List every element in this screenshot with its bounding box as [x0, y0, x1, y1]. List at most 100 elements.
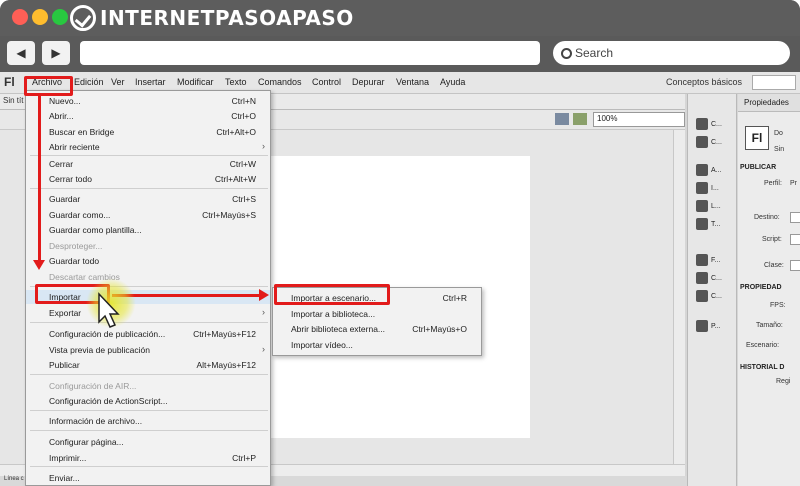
highlight-importar-escenario-box: [274, 284, 390, 305]
chevron-right-icon: ›: [262, 141, 265, 151]
panel-components[interactable]: C...: [696, 290, 722, 302]
panel-align[interactable]: A...: [696, 164, 722, 176]
menu-item-descartar-cambios: Descartar cambios: [49, 272, 120, 282]
panel-presets[interactable]: P...: [696, 320, 721, 332]
transform-panel-icon: [696, 218, 708, 230]
workspace-selector[interactable]: Conceptos básicos: [666, 77, 742, 87]
stage-color-label: Escenario:: [746, 342, 780, 349]
panel-info[interactable]: I...: [696, 182, 719, 194]
align-panel-icon: [696, 164, 708, 176]
script-label: Script:: [762, 236, 782, 243]
status-text: Línea c: [4, 476, 24, 482]
annotation-line-down: [38, 96, 41, 262]
address-bar[interactable]: [80, 41, 540, 65]
menu-item-cerrar-todo[interactable]: Cerrar todo Ctrl+Alt+W: [26, 172, 270, 186]
profile-value: Pr: [790, 180, 797, 187]
close-window-button[interactable]: [12, 9, 28, 25]
panel-swatches[interactable]: C...: [696, 136, 722, 148]
info-panel-icon: [696, 182, 708, 194]
menu-item-desproteger: Desproteger...: [49, 241, 103, 251]
panel-library[interactable]: L...: [696, 200, 721, 212]
class-label: Clase:: [764, 262, 784, 269]
back-button[interactable]: ◀: [7, 41, 35, 65]
checkmark-logo-icon: [70, 5, 96, 31]
arrow-left-icon: ◀: [16, 46, 26, 60]
profile-label: Perfil:: [764, 180, 782, 187]
browser-search-input[interactable]: Search: [553, 41, 790, 65]
arrow-right-icon: ▶: [51, 46, 61, 60]
browser-titlebar: INTERNETPASOAPASO: [0, 0, 800, 36]
menu-ayuda[interactable]: Ayuda: [440, 77, 465, 87]
target-label: Destino:: [754, 214, 780, 221]
chevron-right-icon: ›: [262, 307, 265, 317]
submenu-item-abrir-biblioteca-externa[interactable]: Abrir biblioteca externa... Ctrl+Mayús+O: [273, 322, 481, 336]
size-label: Tamaño:: [756, 322, 783, 329]
menu-comandos[interactable]: Comandos: [258, 77, 302, 87]
tab-properties[interactable]: Propiedades: [738, 94, 800, 112]
browser-navbar: ◀ ▶ Search: [0, 36, 800, 68]
menu-item-config-publicacion[interactable]: Configuración de publicación... Ctrl+Mayú…: [26, 327, 270, 341]
vertical-scrollbar[interactable]: [673, 130, 685, 472]
menu-item-abrir[interactable]: Abrir... Ctrl+O: [26, 109, 270, 123]
menu-depurar[interactable]: Depurar: [352, 77, 385, 87]
menu-ventana[interactable]: Ventana: [396, 77, 429, 87]
target-select[interactable]: [790, 212, 800, 223]
zoom-select[interactable]: 100%: [593, 112, 685, 127]
document-fl-icon: Fl: [745, 126, 769, 150]
menu-modificar[interactable]: Modificar: [177, 77, 214, 87]
history-section[interactable]: HISTORIAL D: [740, 364, 784, 371]
menu-item-vista-previa[interactable]: Vista previa de publicación ›: [26, 343, 270, 357]
menu-item-enviar[interactable]: Enviar...: [26, 471, 270, 485]
presets-panel-icon: [696, 320, 708, 332]
flash-logo: Fl: [4, 75, 15, 89]
menu-ver[interactable]: Ver: [111, 77, 125, 87]
forward-button[interactable]: ▶: [42, 41, 70, 65]
menu-item-configurar-pagina[interactable]: Configurar página...: [26, 435, 270, 449]
menu-item-imprimir[interactable]: Imprimir... Ctrl+P: [26, 451, 270, 465]
panel-code[interactable]: C...: [696, 272, 722, 284]
panels-dock: C... C... A... I... L... T... F... C... …: [687, 94, 737, 486]
menu-edicion[interactable]: Edición: [74, 77, 104, 87]
properties-panel: Propiedades Fl Do Sin PUBLICAR Perfil: P…: [738, 94, 800, 486]
arrow-down-icon: [33, 260, 45, 270]
document-tab[interactable]: Sin tít: [3, 96, 23, 105]
script-select[interactable]: [790, 234, 800, 245]
panel-color[interactable]: C...: [696, 118, 722, 130]
menu-texto[interactable]: Texto: [225, 77, 247, 87]
menu-item-abrir-reciente[interactable]: Abrir reciente ›: [26, 140, 270, 154]
panel-filters[interactable]: F...: [696, 254, 720, 266]
menu-item-guardar-todo[interactable]: Guardar todo: [26, 254, 270, 268]
edit-scene-icon[interactable]: [573, 113, 587, 125]
menu-control[interactable]: Control: [312, 77, 341, 87]
submenu-item-importar-biblioteca[interactable]: Importar a biblioteca...: [273, 307, 481, 321]
color-panel-icon: [696, 118, 708, 130]
code-panel-icon: [696, 272, 708, 284]
menu-item-nuevo[interactable]: Nuevo... Ctrl+N: [26, 94, 270, 108]
mouse-pointer-icon: [98, 292, 120, 328]
filters-panel-icon: [696, 254, 708, 266]
menu-item-config-actionscript[interactable]: Configuración de ActionScript...: [26, 394, 270, 408]
publish-section[interactable]: PUBLICAR: [740, 164, 776, 171]
menu-item-exportar[interactable]: Exportar ›: [26, 306, 270, 320]
menu-item-guardar-como[interactable]: Guardar como... Ctrl+Mayús+S: [26, 208, 270, 222]
menu-item-buscar-bridge[interactable]: Buscar en Bridge Ctrl+Alt+O: [26, 125, 270, 139]
highlight-archivo-box: [24, 76, 73, 96]
menu-item-guardar-plantilla[interactable]: Guardar como plantilla...: [26, 223, 270, 237]
help-search-input[interactable]: [752, 75, 796, 90]
maximize-window-button[interactable]: [52, 9, 68, 25]
class-input[interactable]: [790, 260, 800, 271]
menu-item-info-archivo[interactable]: Información de archivo...: [26, 414, 270, 428]
properties-section[interactable]: PROPIEDAD: [740, 284, 782, 291]
components-panel-icon: [696, 290, 708, 302]
panel-transform[interactable]: T...: [696, 218, 720, 230]
site-logo: INTERNETPASOAPASO: [70, 4, 354, 32]
history-button[interactable]: Regi: [776, 378, 790, 385]
menu-item-publicar[interactable]: Publicar Alt+Mayús+F12: [26, 358, 270, 372]
menu-item-guardar[interactable]: Guardar Ctrl+S: [26, 192, 270, 206]
submenu-item-importar-video[interactable]: Importar vídeo...: [273, 338, 481, 352]
menu-item-cerrar[interactable]: Cerrar Ctrl+W: [26, 157, 270, 171]
doc-label: Do: [774, 130, 783, 137]
minimize-window-button[interactable]: [32, 9, 48, 25]
edit-symbols-icon[interactable]: [555, 113, 569, 125]
menu-insertar[interactable]: Insertar: [135, 77, 166, 87]
